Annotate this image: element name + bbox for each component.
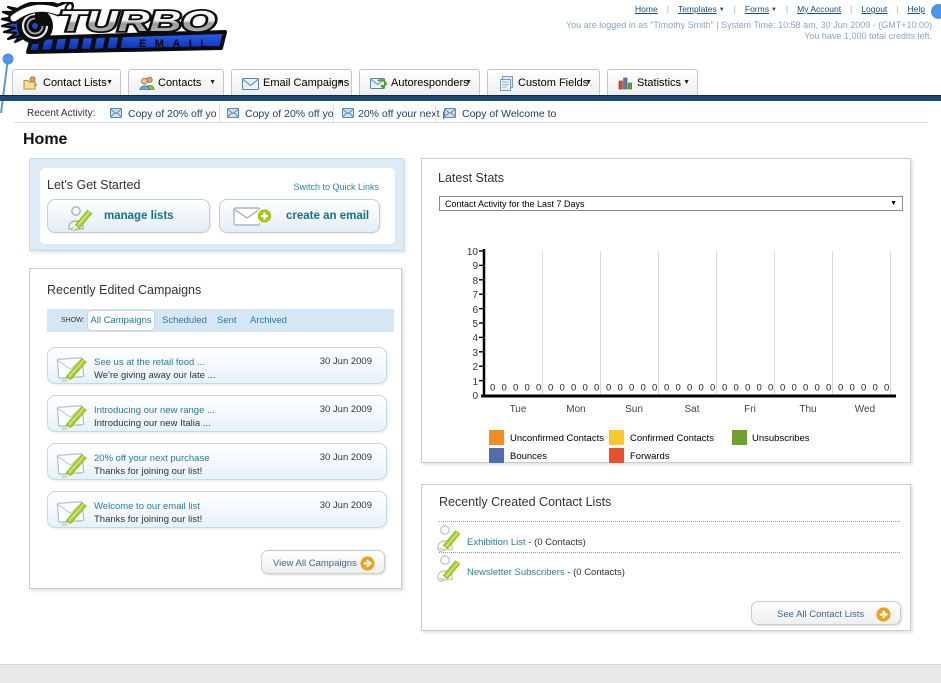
svg-text:Sat: Sat bbox=[684, 404, 699, 415]
svg-text:0: 0 bbox=[524, 383, 529, 394]
svg-text:Confirmed Contacts: Confirmed Contacts bbox=[630, 433, 714, 444]
svg-text:0: 0 bbox=[698, 383, 703, 394]
svg-text:8: 8 bbox=[472, 276, 478, 287]
svg-text:0: 0 bbox=[629, 383, 634, 394]
svg-text:0: 0 bbox=[722, 383, 727, 394]
svg-text:Unsubscribes: Unsubscribes bbox=[752, 433, 810, 444]
svg-text:Sun: Sun bbox=[625, 404, 643, 415]
svg-text:0: 0 bbox=[814, 383, 819, 394]
svg-text:0: 0 bbox=[884, 383, 889, 394]
svg-text:0: 0 bbox=[559, 383, 564, 394]
svg-text:0: 0 bbox=[791, 383, 796, 394]
svg-text:0: 0 bbox=[849, 383, 854, 394]
svg-text:Wed: Wed bbox=[855, 404, 875, 415]
svg-text:0: 0 bbox=[768, 383, 773, 394]
svg-text:0: 0 bbox=[606, 383, 611, 394]
svg-text:0: 0 bbox=[582, 383, 587, 394]
svg-text:0: 0 bbox=[652, 383, 657, 394]
svg-text:Unconfirmed Contacts: Unconfirmed Contacts bbox=[510, 433, 604, 444]
svg-text:0: 0 bbox=[548, 383, 553, 394]
svg-text:TURBO: TURBO bbox=[59, 5, 216, 38]
svg-text:0: 0 bbox=[571, 383, 576, 394]
svg-text:Fri: Fri bbox=[744, 404, 756, 415]
svg-text:5: 5 bbox=[472, 319, 478, 330]
svg-text:0: 0 bbox=[745, 383, 750, 394]
svg-text:9: 9 bbox=[472, 261, 478, 272]
svg-text:0: 0 bbox=[675, 383, 680, 394]
svg-text:Thu: Thu bbox=[799, 404, 816, 415]
svg-text:0: 0 bbox=[617, 383, 622, 394]
svg-text:3: 3 bbox=[472, 348, 478, 359]
svg-text:0: 0 bbox=[803, 383, 808, 394]
svg-text:1: 1 bbox=[472, 377, 478, 388]
svg-text:7: 7 bbox=[472, 290, 478, 301]
svg-text:0: 0 bbox=[490, 383, 495, 394]
svg-text:4: 4 bbox=[472, 333, 478, 344]
svg-text:Bounces: Bounces bbox=[510, 451, 547, 462]
svg-text:0: 0 bbox=[501, 383, 506, 394]
svg-text:0: 0 bbox=[687, 383, 692, 394]
svg-text:10: 10 bbox=[467, 247, 479, 258]
svg-text:6: 6 bbox=[472, 305, 478, 316]
svg-text:Mon: Mon bbox=[566, 404, 585, 415]
svg-text:Forwards: Forwards bbox=[630, 451, 670, 462]
svg-text:0: 0 bbox=[594, 383, 599, 394]
svg-text:0: 0 bbox=[861, 383, 866, 394]
svg-text:0: 0 bbox=[664, 383, 669, 394]
svg-text:Tue: Tue bbox=[510, 404, 527, 415]
svg-text:EMAIL: EMAIL bbox=[139, 38, 215, 50]
svg-text:0: 0 bbox=[710, 383, 715, 394]
svg-text:0: 0 bbox=[872, 383, 877, 394]
svg-text:0: 0 bbox=[733, 383, 738, 394]
svg-text:0: 0 bbox=[640, 383, 645, 394]
svg-text:2: 2 bbox=[472, 362, 478, 373]
svg-text:0: 0 bbox=[756, 383, 761, 394]
svg-text:0: 0 bbox=[536, 383, 541, 394]
svg-text:0: 0 bbox=[838, 383, 843, 394]
svg-text:0: 0 bbox=[826, 383, 831, 394]
svg-text:0: 0 bbox=[472, 391, 478, 402]
svg-text:0: 0 bbox=[513, 383, 518, 394]
svg-text:0: 0 bbox=[780, 383, 785, 394]
